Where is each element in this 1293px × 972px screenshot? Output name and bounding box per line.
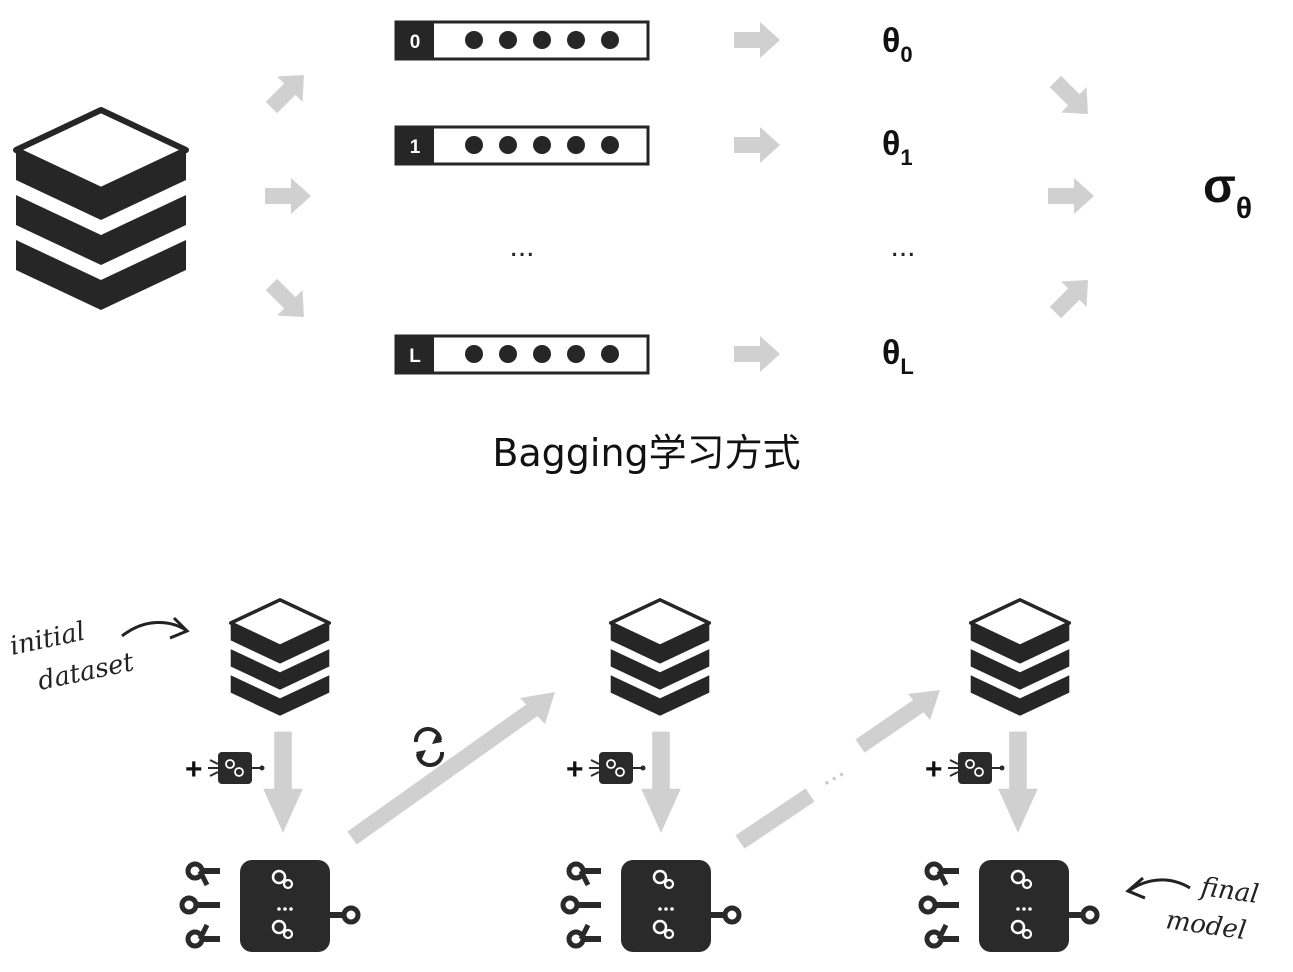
stage1-down-arrow-icon bbox=[263, 731, 303, 833]
aggregate-result: σθ bbox=[1203, 160, 1252, 225]
stage1-weak-learner-icon bbox=[207, 751, 266, 785]
boosting-ellipsis: ... bbox=[811, 751, 849, 792]
stage3-down-arrow-icon bbox=[998, 731, 1038, 833]
merge-arrow-right-icon bbox=[1048, 178, 1094, 214]
final-model-label-line2: model bbox=[1164, 905, 1248, 946]
stage2-model-icon bbox=[563, 860, 739, 952]
stage2-weak-learner-icon bbox=[588, 751, 647, 785]
stage3-weak-learner-icon bbox=[947, 751, 1006, 785]
boosting-diagram: initial dataset + + + ... final model bbox=[7, 598, 1261, 952]
sample-index-label: 1 bbox=[410, 137, 421, 158]
final-pointer-arrow-icon bbox=[1125, 876, 1191, 900]
bootstrap-sample-L: L bbox=[394, 334, 650, 375]
stage2-dataset-stack-icon bbox=[608, 598, 712, 718]
samples-ellipsis: ... bbox=[509, 230, 534, 263]
sample-index-label: 0 bbox=[410, 32, 421, 53]
initial-dataset-label-line1: initial bbox=[7, 617, 88, 662]
split-arrow-down-icon bbox=[258, 271, 317, 330]
initial-pointer-arrow-icon bbox=[121, 616, 190, 640]
model-param-1: θ1 bbox=[882, 125, 913, 170]
split-arrow-right-icon bbox=[265, 178, 311, 214]
bagging-caption: Bagging学习方式 bbox=[492, 431, 801, 475]
final-model-label-line1: final bbox=[1197, 872, 1260, 910]
sample-index-label: L bbox=[409, 346, 421, 367]
model-param-L: θL bbox=[882, 334, 914, 379]
train-arrow-0-icon bbox=[734, 22, 780, 58]
stage2-plus-sign: + bbox=[566, 753, 584, 786]
stage1-dataset-stack-icon bbox=[228, 598, 332, 718]
params-ellipsis: ... bbox=[890, 230, 915, 263]
ensemble-learning-diagram: 0 1 ... L θ0 θ1 ... θL σθ initial datase… bbox=[7, 20, 1261, 972]
stage3-model-icon bbox=[921, 860, 1097, 952]
stage2-down-arrow-icon bbox=[641, 731, 681, 833]
train-arrow-L-icon bbox=[734, 336, 780, 372]
stage3-dataset-stack-icon bbox=[968, 598, 1072, 718]
bagging-diagram: 0 1 ... L θ0 θ1 ... θL σθ bbox=[16, 20, 1252, 379]
bootstrap-sample-1: 1 bbox=[394, 125, 650, 166]
split-arrow-up-icon bbox=[258, 62, 317, 121]
stage1-plus-sign: + bbox=[185, 753, 203, 786]
next-stage-arrow-icon bbox=[347, 692, 555, 845]
train-arrow-1-icon bbox=[734, 127, 780, 163]
stage1-model-icon bbox=[182, 860, 358, 952]
initial-dataset-label-line2: dataset bbox=[35, 647, 137, 697]
model-param-0: θ0 bbox=[882, 22, 913, 67]
full-dataset-stack-icon bbox=[16, 110, 186, 310]
bootstrap-sample-0: 0 bbox=[394, 20, 650, 61]
stage3-plus-sign: + bbox=[925, 753, 943, 786]
refresh-icon bbox=[413, 727, 445, 767]
merge-arrow-down-icon bbox=[1042, 68, 1101, 127]
merge-arrow-up-icon bbox=[1042, 267, 1101, 326]
